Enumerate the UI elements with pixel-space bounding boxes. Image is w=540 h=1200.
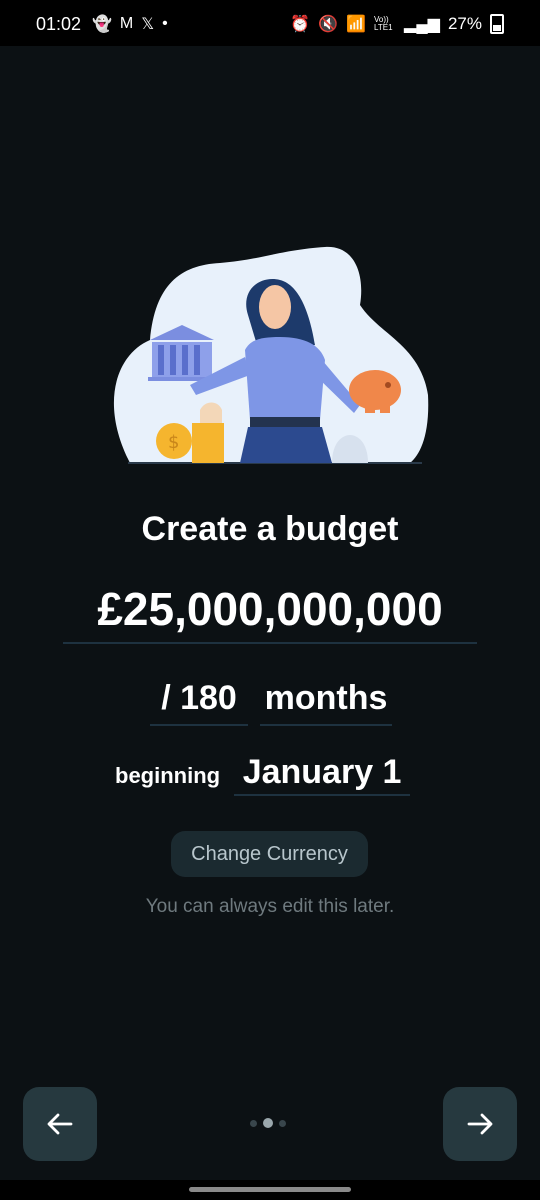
months-unit-field[interactable]: months — [260, 676, 392, 726]
status-time: 01:02 — [36, 14, 82, 34]
duration-row: / 180 months — [150, 676, 392, 726]
page-dot — [279, 1119, 286, 1127]
months-number-field[interactable]: / 180 — [150, 676, 248, 726]
volte-icon: Vo)) LTE1 — [374, 15, 393, 32]
change-currency-button[interactable]: Change Currency — [171, 831, 368, 877]
system-icons: ⏰ 🔇 📶 Vo)) LTE1 ▂▄▆ 27% — [290, 14, 504, 34]
signal-icon: ▂▄▆ — [404, 16, 440, 33]
edit-later-hint: You can always edit this later. — [145, 896, 395, 917]
page-dot-active — [263, 1118, 273, 1128]
notification-icons: 👻 M 𝕏 • — [92, 14, 168, 34]
arrow-right-icon — [467, 1113, 493, 1135]
page-dot — [250, 1119, 257, 1127]
budget-amount-field[interactable]: £25,000,000,000 — [63, 580, 477, 644]
x-icon: 𝕏 — [141, 16, 155, 33]
back-button[interactable] — [23, 1087, 97, 1161]
battery-icon — [490, 14, 504, 34]
start-date-field[interactable]: January 1 — [234, 750, 411, 796]
next-button[interactable] — [443, 1087, 517, 1161]
dot-icon: • — [162, 15, 168, 32]
gmail-icon: M — [119, 15, 134, 32]
page-indicator — [250, 1118, 286, 1128]
status-bar: 01:02 👻 M 𝕏 • ⏰ 🔇 📶 Vo)) LTE1 ▂▄▆ 27% — [0, 0, 540, 46]
battery-percent: 27% — [447, 14, 482, 33]
mute-icon: 🔇 — [318, 16, 339, 33]
start-date-row: beginning January 1 — [115, 748, 411, 796]
home-indicator[interactable] — [189, 1187, 351, 1192]
alarm-icon: ⏰ — [290, 16, 311, 33]
beginning-label: beginning — [115, 763, 221, 788]
snapchat-icon: 👻 — [92, 16, 112, 33]
wifi-icon: 📶 — [346, 16, 367, 33]
page-title: Create a budget — [141, 510, 399, 548]
arrow-left-icon — [47, 1113, 73, 1135]
budget-illustration: $ — [113, 246, 429, 464]
svg-text:$: $ — [168, 432, 179, 453]
